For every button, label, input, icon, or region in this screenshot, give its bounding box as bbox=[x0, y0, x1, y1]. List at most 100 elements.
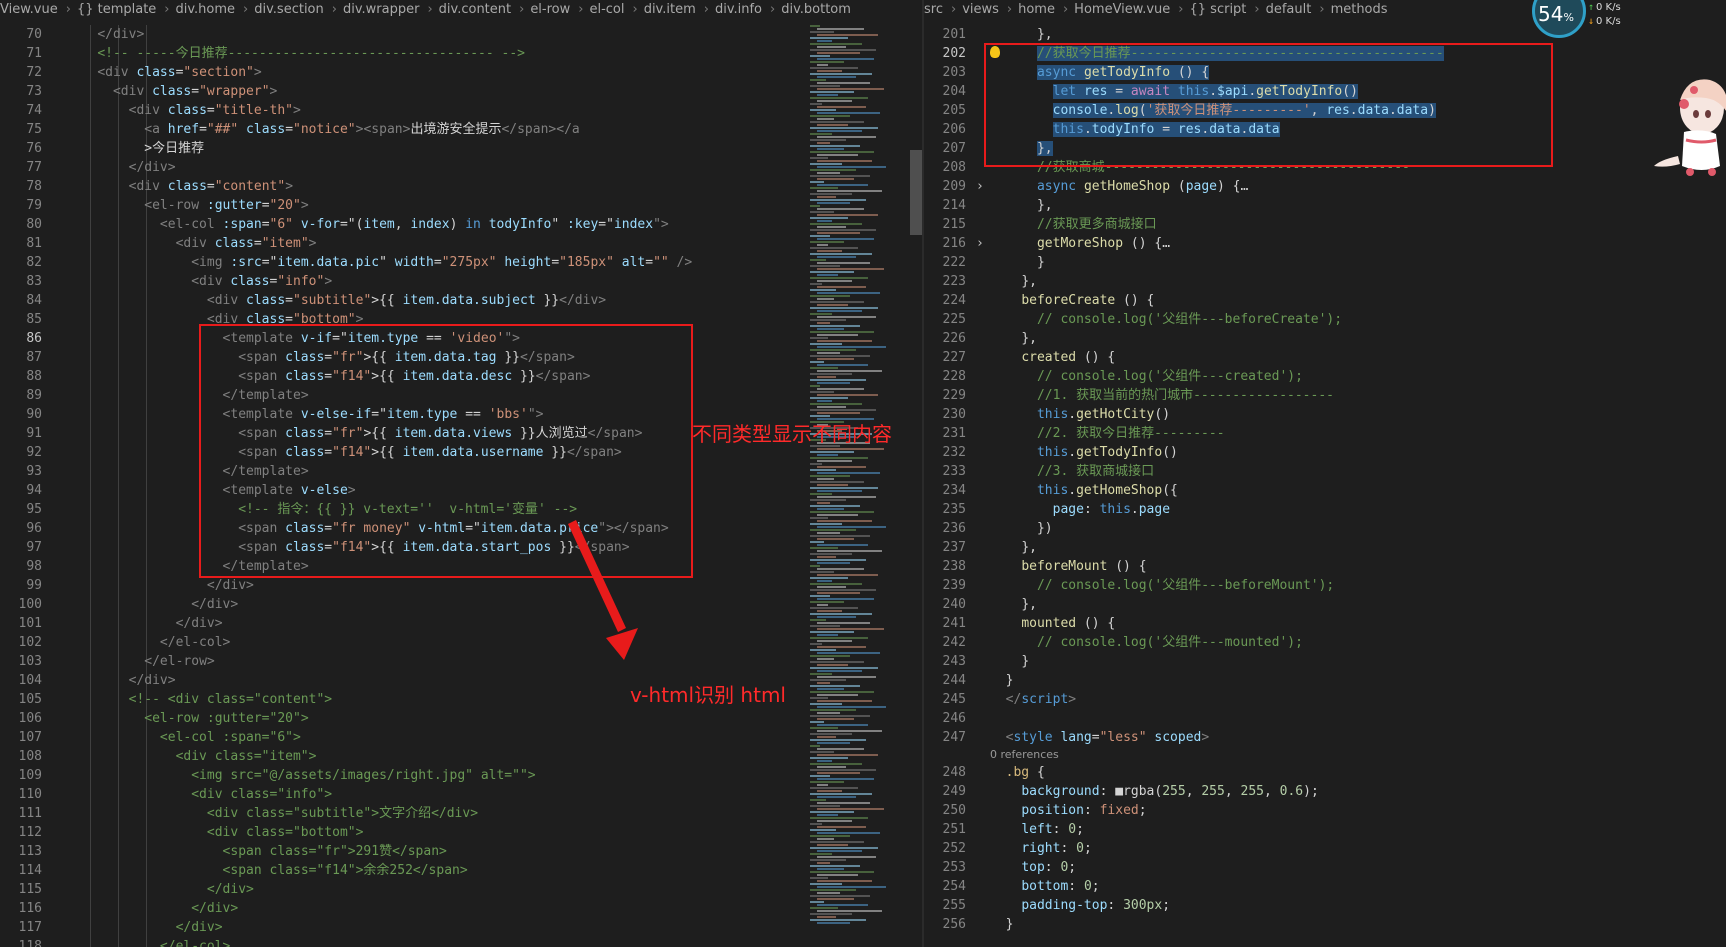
code-line[interactable]: 117 </div> bbox=[0, 918, 922, 937]
breadcrumb-item[interactable]: div.item bbox=[644, 0, 696, 20]
fold-chevron-icon[interactable]: › bbox=[976, 234, 990, 253]
code-line[interactable]: 118 </el-col> bbox=[0, 937, 922, 947]
code-line[interactable]: 238 beforeMount () { bbox=[924, 557, 1726, 576]
code-line[interactable]: 76 >今日推荐 bbox=[0, 139, 922, 158]
code-line[interactable]: 224 beforeCreate () { bbox=[924, 291, 1726, 310]
code-line[interactable]: 70 </div> bbox=[0, 25, 922, 44]
code-line[interactable]: 234 this.getHomeShop({ bbox=[924, 481, 1726, 500]
breadcrumb-item[interactable]: div.content bbox=[439, 0, 511, 20]
code-line[interactable]: 250 position: fixed; bbox=[924, 801, 1726, 820]
code-line[interactable]: 73 <div class="wrapper"> bbox=[0, 82, 922, 101]
code-line[interactable]: 248 .bg { bbox=[924, 763, 1726, 782]
code-line[interactable]: 116 </div> bbox=[0, 899, 922, 918]
breadcrumb-item[interactable]: HomeView.vue bbox=[1074, 0, 1170, 20]
code-line[interactable]: 235 page: this.page bbox=[924, 500, 1726, 519]
code-line[interactable]: 71 <!-- -----今日推荐-----------------------… bbox=[0, 44, 922, 63]
breadcrumb-item[interactable]: el-col bbox=[589, 0, 624, 20]
code-line[interactable]: 102 </el-col> bbox=[0, 633, 922, 652]
code-line[interactable]: 107 <el-col :span="6"> bbox=[0, 728, 922, 747]
code-line[interactable]: 232 this.getTodyInfo() bbox=[924, 443, 1726, 462]
code-line[interactable]: 215 //获取更多商城接口 bbox=[924, 215, 1726, 234]
code-line[interactable]: 72 <div class="section"> bbox=[0, 63, 922, 82]
breadcrumb-item[interactable]: el-row bbox=[530, 0, 570, 20]
left-editor-pane[interactable]: View.vue › {} template › div.home › div.sectio… bbox=[0, 0, 922, 947]
breadcrumb-item[interactable]: views bbox=[962, 0, 999, 20]
code-line[interactable]: 101 </div> bbox=[0, 614, 922, 633]
code-line[interactable]: 231 //2. 获取今日推荐--------- bbox=[924, 424, 1726, 443]
breadcrumb-item[interactable]: div.bottom bbox=[781, 0, 851, 20]
code-line[interactable]: 253 top: 0; bbox=[924, 858, 1726, 877]
breadcrumb-item[interactable]: div.home bbox=[176, 0, 236, 20]
breadcrumb-item[interactable]: methods bbox=[1331, 0, 1388, 20]
breadcrumb-item[interactable]: default bbox=[1266, 0, 1312, 20]
breadcrumb-item[interactable]: div.wrapper bbox=[343, 0, 419, 20]
code-line[interactable]: 226 }, bbox=[924, 329, 1726, 348]
breadcrumb-item[interactable]: div.info bbox=[715, 0, 762, 20]
code-line[interactable]: 74 <div class="title-th"> bbox=[0, 101, 922, 120]
code-line[interactable]: 108 <div class="item"> bbox=[0, 747, 922, 766]
breadcrumb-item[interactable]: {} template bbox=[77, 0, 156, 20]
breadcrumb-item[interactable]: div.section bbox=[254, 0, 324, 20]
code-line[interactable]: 252 right: 0; bbox=[924, 839, 1726, 858]
code-line[interactable]: 233 //3. 获取商城接口 bbox=[924, 462, 1726, 481]
code-line[interactable]: 99 </div> bbox=[0, 576, 922, 595]
code-line[interactable]: 255 padding-top: 300px; bbox=[924, 896, 1726, 915]
breadcrumb-item[interactable]: {} script bbox=[1190, 0, 1247, 20]
code-line[interactable]: 115 </div> bbox=[0, 880, 922, 899]
code-line[interactable]: 112 <div class="bottom"> bbox=[0, 823, 922, 842]
code-line[interactable]: 243 } bbox=[924, 652, 1726, 671]
code-line[interactable]: 256 } bbox=[924, 915, 1726, 934]
breadcrumb-item[interactable]: View.vue bbox=[0, 0, 58, 20]
breadcrumb-item[interactable]: src bbox=[924, 0, 943, 20]
code-line[interactable]: 81 <div class="item"> bbox=[0, 234, 922, 253]
code-line[interactable]: 214 }, bbox=[924, 196, 1726, 215]
code-line[interactable]: 222 } bbox=[924, 253, 1726, 272]
breadcrumb-item[interactable]: home bbox=[1018, 0, 1055, 20]
code-line[interactable]: 225 // console.log('父组件---beforeCreate')… bbox=[924, 310, 1726, 329]
code-line[interactable]: 109 <img src="@/assets/images/right.jpg"… bbox=[0, 766, 922, 785]
code-line[interactable]: 103 </el-row> bbox=[0, 652, 922, 671]
code-line[interactable]: 216 › getMoreShop () {… bbox=[924, 234, 1726, 253]
code-line[interactable]: 239 // console.log('父组件---beforeMount'); bbox=[924, 576, 1726, 595]
code-line[interactable]: 82 <img :src="item.data.pic" width="275p… bbox=[0, 253, 922, 272]
code-line[interactable]: 77 </div> bbox=[0, 158, 922, 177]
code-line[interactable]: 84 <div class="subtitle">{{ item.data.su… bbox=[0, 291, 922, 310]
code-line[interactable]: 75 <a href="##" class="notice"><span>出境游… bbox=[0, 120, 922, 139]
code-line[interactable]: 229 //1. 获取当前的热门城市------------------ bbox=[924, 386, 1726, 405]
code-line[interactable]: 223 }, bbox=[924, 272, 1726, 291]
code-line[interactable]: 237 }, bbox=[924, 538, 1726, 557]
code-line[interactable]: 251 left: 0; bbox=[924, 820, 1726, 839]
code-line[interactable]: 209 › async getHomeShop (page) {… bbox=[924, 177, 1726, 196]
code-line[interactable]: 78 <div class="content"> bbox=[0, 177, 922, 196]
code-line[interactable]: 241 mounted () { bbox=[924, 614, 1726, 633]
code-line[interactable]: 110 <div class="info"> bbox=[0, 785, 922, 804]
code-line[interactable]: 240 }, bbox=[924, 595, 1726, 614]
code-line[interactable]: 227 created () { bbox=[924, 348, 1726, 367]
code-line[interactable]: 246 bbox=[924, 709, 1726, 728]
code-line[interactable]: 228 // console.log('父组件---created'); bbox=[924, 367, 1726, 386]
code-line[interactable]: 80 <el-col :span="6" v-for="(item, index… bbox=[0, 215, 922, 234]
right-editor-pane[interactable]: src › views › home › HomeView.vue › {} script › de… bbox=[924, 0, 1726, 947]
code-line[interactable]: 242 // console.log('父组件---mounted'); bbox=[924, 633, 1726, 652]
code-line[interactable]: 79 <el-row :gutter="20"> bbox=[0, 196, 922, 215]
code-line[interactable]: 244 } bbox=[924, 671, 1726, 690]
code-line[interactable]: 230 this.getHotCity() bbox=[924, 405, 1726, 424]
code-line[interactable]: 254 bottom: 0; bbox=[924, 877, 1726, 896]
minimap[interactable] bbox=[810, 25, 910, 947]
code-line[interactable]: 245 </script> bbox=[924, 690, 1726, 709]
code-line[interactable]: 247 <style lang="less" scoped> bbox=[924, 728, 1726, 747]
fold-chevron-icon[interactable]: › bbox=[976, 177, 990, 196]
code-line[interactable]: 106 <el-row :gutter="20"> bbox=[0, 709, 922, 728]
code-line[interactable]: 114 <span class="f14">余余252</span> bbox=[0, 861, 922, 880]
scrollbar-thumb[interactable] bbox=[910, 150, 922, 235]
code-line[interactable]: 83 <div class="info"> bbox=[0, 272, 922, 291]
code-line[interactable]: 111 <div class="subtitle">文字介绍</div> bbox=[0, 804, 922, 823]
left-breadcrumb[interactable]: View.vue › {} template › div.home › div.sectio… bbox=[0, 0, 922, 20]
code-line[interactable]: 249 background: ■rgba(255, 255, 255, 0.6… bbox=[924, 782, 1726, 801]
network-speed-widget[interactable]: 54% ↑ 0 K/s ↓ 0 K/s bbox=[1530, 0, 1650, 40]
code-line[interactable]: 100 </div> bbox=[0, 595, 922, 614]
code-line[interactable]: 236 }) bbox=[924, 519, 1726, 538]
codelens-references[interactable]: 0 references bbox=[924, 747, 1726, 763]
minimap-line bbox=[817, 802, 870, 804]
code-line[interactable]: 113 <span class="fr">291赞</span> bbox=[0, 842, 922, 861]
